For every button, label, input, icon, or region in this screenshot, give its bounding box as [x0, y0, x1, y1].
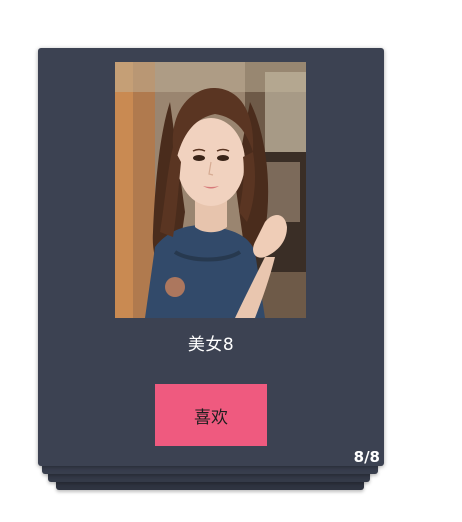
portrait-photo [115, 62, 306, 318]
card-title: 美女8 [187, 335, 235, 355]
page-indicator: 8/8 [353, 448, 380, 466]
like-button[interactable]: 喜欢 [155, 384, 267, 446]
stage: 美女8 喜欢 8/8 [0, 0, 462, 522]
photo-card[interactable]: 美女8 喜欢 8/8 [38, 48, 384, 466]
